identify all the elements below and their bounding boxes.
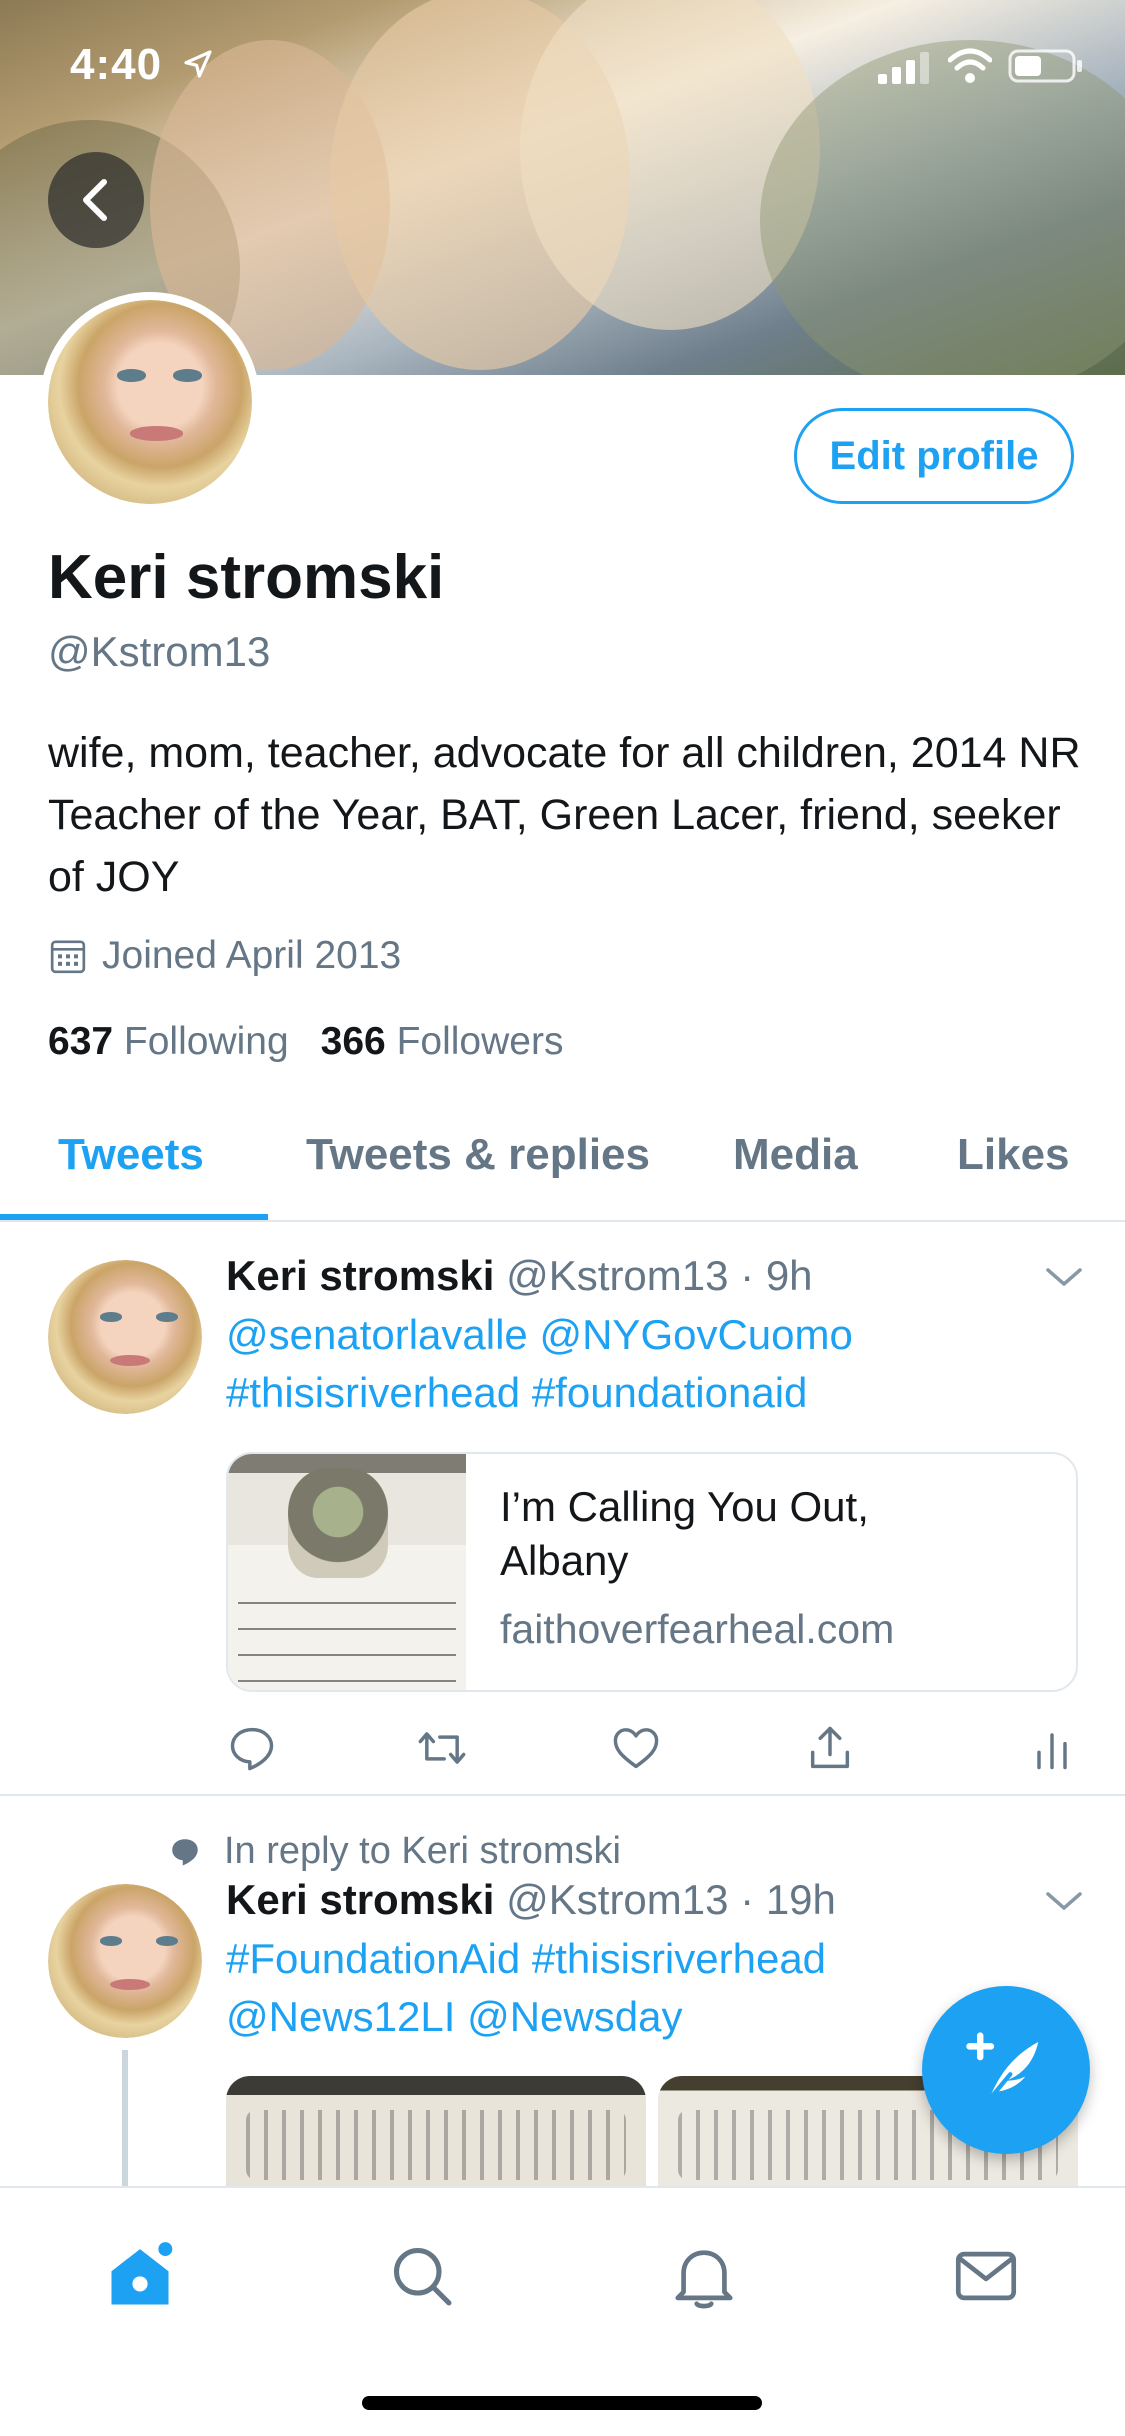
joined-text: Joined April 2013 — [102, 934, 402, 977]
profile-bio: wife, mom, teacher, advocate for all chi… — [48, 729, 1081, 901]
tab-media[interactable]: Media — [733, 1130, 858, 1180]
avatar-image — [48, 1884, 202, 2038]
tweet-author-name: Keri stromski — [226, 1876, 495, 1923]
reply-context-text[interactable]: In reply to Keri stromski — [224, 1830, 621, 1873]
messages-icon — [955, 2251, 1017, 2301]
profile-tabs: Tweets Tweets & replies Media Likes — [0, 1118, 1125, 1222]
nav-notifications[interactable] — [664, 2236, 744, 2316]
tweet[interactable]: Keri stromski @Kstrom13 · 9h @senatorlav… — [0, 1222, 1125, 1796]
tweet-text: @senatorlavalle @NYGovCuomo #thisisriver… — [226, 1306, 1086, 1422]
profile-name: Keri stromski — [48, 543, 445, 612]
follow-stats: 637 Following 366 Followers — [48, 1020, 595, 1064]
location-arrow-icon — [184, 50, 212, 78]
notifications-icon — [675, 2250, 733, 2309]
avatar-image — [48, 1260, 202, 1414]
chevron-down-icon[interactable] — [1044, 1266, 1084, 1290]
following-stat[interactable]: 637 Following — [48, 1020, 289, 1064]
link-card-domain: faithoverfearheal.com — [500, 1606, 895, 1652]
nav-messages[interactable] — [946, 2236, 1026, 2316]
joined-date-row: Joined April 2013 — [48, 934, 401, 978]
like-icon[interactable] — [610, 1722, 662, 1774]
link-card-title: I’m Calling You Out, Albany — [500, 1483, 869, 1584]
tab-tweets-replies[interactable]: Tweets & replies — [306, 1130, 650, 1180]
tweet-text-line[interactable]: #FoundationAid #thisisriverhead — [226, 1930, 1086, 1988]
retweet-icon[interactable] — [416, 1722, 468, 1774]
photo-handwriting — [246, 2110, 626, 2180]
compose-tweet-button[interactable] — [922, 1986, 1090, 2154]
reply-icon[interactable] — [226, 1722, 278, 1774]
following-label: Following — [123, 1020, 289, 1063]
tweet-avatar[interactable] — [48, 1884, 202, 2038]
nav-home[interactable] — [100, 2236, 180, 2316]
status-time: 4:40 — [70, 40, 163, 89]
tweet-meta: @Kstrom13 · 9h — [506, 1252, 813, 1299]
compose-tweet-icon — [966, 2032, 1039, 2103]
tweet-header: Keri stromski @Kstrom13 · 19h — [226, 1876, 836, 1924]
search-icon — [393, 2247, 452, 2306]
battery-icon — [1008, 49, 1082, 83]
tab-tweets[interactable]: Tweets — [58, 1130, 204, 1180]
nav-search[interactable] — [382, 2236, 462, 2316]
active-tab-indicator — [0, 1214, 268, 1220]
link-card[interactable]: I’m Calling You Out, Albany faithoverfea… — [226, 1452, 1078, 1692]
thread-line — [122, 2050, 128, 2186]
speech-bubble-icon — [172, 1838, 198, 1865]
thumbnail-handwriting — [238, 1584, 456, 1684]
share-icon[interactable] — [804, 1722, 856, 1774]
followers-label: Followers — [396, 1020, 564, 1063]
reply-context: In reply to Keri stromski — [168, 1830, 621, 1873]
tweet-header: Keri stromski @Kstrom13 · 9h — [226, 1252, 813, 1300]
edit-profile-button[interactable]: Edit profile — [794, 408, 1074, 504]
tab-likes[interactable]: Likes — [957, 1130, 1070, 1180]
signal-icon — [878, 52, 929, 84]
media-photo[interactable] — [226, 2076, 646, 2186]
header-photo-shape — [760, 40, 1125, 375]
back-button[interactable] — [48, 152, 144, 248]
tweet-text-line[interactable]: #thisisriverhead #foundationaid — [226, 1364, 1086, 1422]
profile-handle: @Kstrom13 — [48, 628, 271, 675]
tweet-text-line[interactable]: @senatorlavalle @NYGovCuomo — [226, 1306, 1086, 1364]
link-card-thumbnail — [228, 1454, 466, 1690]
followers-count: 366 — [320, 1020, 386, 1063]
tweet-author-name: Keri stromski — [226, 1252, 495, 1299]
avatar-image — [48, 300, 252, 504]
calendar-icon — [50, 940, 86, 974]
wifi-icon — [948, 48, 992, 83]
tweet-actions — [226, 1722, 1078, 1782]
home-icon — [111, 2242, 173, 2305]
followers-stat[interactable]: 366 Followers — [321, 1020, 564, 1064]
following-count: 637 — [48, 1020, 114, 1063]
analytics-icon[interactable] — [1026, 1722, 1078, 1774]
tweet-meta: @Kstrom13 · 19h — [506, 1876, 836, 1923]
chevron-down-icon[interactable] — [1044, 1890, 1084, 1914]
back-arrow-icon — [83, 179, 107, 221]
tweet-avatar[interactable] — [48, 1260, 202, 1414]
profile-avatar[interactable] — [40, 292, 260, 512]
home-indicator[interactable] — [362, 2396, 762, 2410]
